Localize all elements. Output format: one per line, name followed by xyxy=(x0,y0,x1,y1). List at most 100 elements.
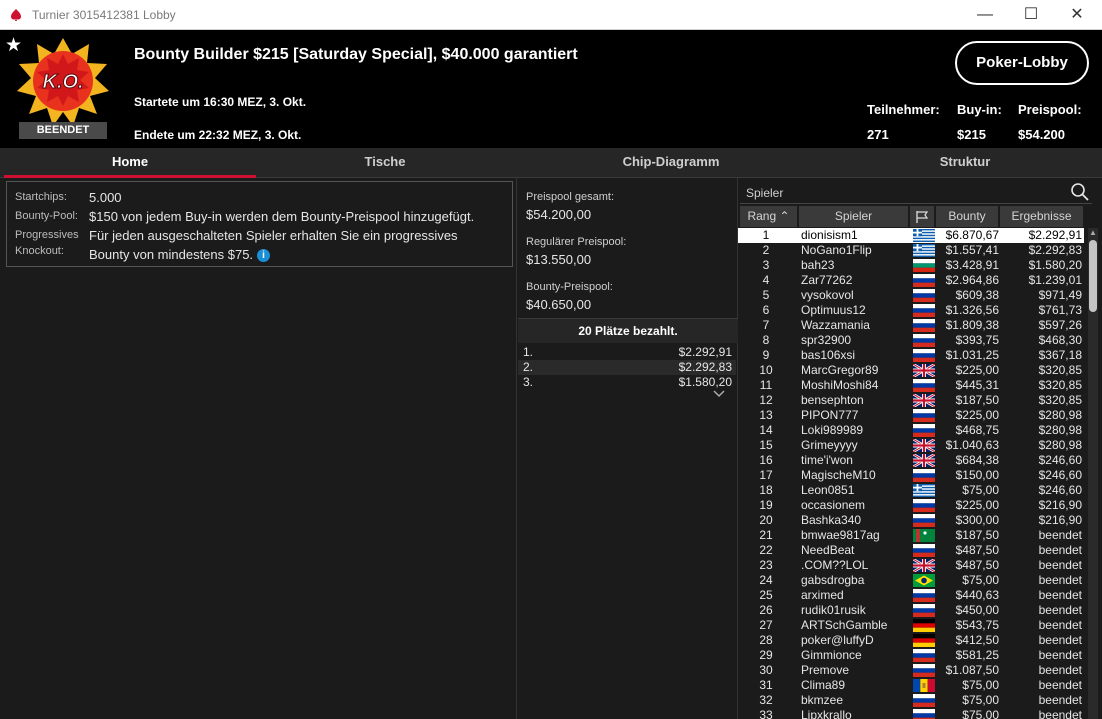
player-rank: 28 xyxy=(759,633,773,647)
poker-lobby-button[interactable]: Poker-Lobby xyxy=(955,41,1089,85)
minimize-button[interactable]: — xyxy=(962,0,1008,30)
column-header-rank[interactable]: Rang ⌃ xyxy=(740,206,798,227)
player-row[interactable]: 14 Loki989989 $468,75 $280,98 xyxy=(738,423,1084,438)
player-row[interactable]: 26 rudik01rusik $450,00 beendet xyxy=(738,603,1084,618)
end-time: Endete um 22:32 MEZ, 3. Okt. xyxy=(134,128,302,142)
player-row[interactable]: 33 Lipxkrallo $75,00 beendet xyxy=(738,708,1084,719)
progressive-value-text: Bounty von mindestens $75. xyxy=(89,247,254,262)
sort-ascending-icon: ⌃ xyxy=(779,209,790,223)
player-row[interactable]: 24 gabsdrogba $75,00 beendet xyxy=(738,573,1084,588)
player-bounty: $412,50 xyxy=(955,633,999,647)
country-flag-icon xyxy=(913,319,935,332)
player-row[interactable]: 8 spr32900 $393,75 $468,30 xyxy=(738,333,1084,348)
player-bounty: $445,31 xyxy=(955,378,999,392)
player-rank: 10 xyxy=(759,363,773,377)
player-list-scrollbar[interactable]: ▲ xyxy=(1088,228,1098,719)
player-name: Premove xyxy=(801,663,850,677)
player-name: Wazzamania xyxy=(801,318,870,332)
player-row[interactable]: 11 MoshiMoshi84 $445,31 $320,85 xyxy=(738,378,1084,393)
status-badge: BEENDET xyxy=(19,122,107,139)
column-header-bounty[interactable]: Bounty xyxy=(936,206,999,227)
player-row[interactable]: 7 Wazzamania $1.809,38 $597,26 xyxy=(738,318,1084,333)
column-header-player[interactable]: Spieler xyxy=(799,206,909,227)
player-name: Zar77262 xyxy=(801,273,853,287)
player-rank: 17 xyxy=(759,468,773,482)
player-name: .COM??LOL xyxy=(801,558,869,572)
player-name: MoshiMoshi84 xyxy=(801,378,879,392)
regular-pool-label: Regulärer Preispool: xyxy=(526,236,627,248)
player-row[interactable]: 28 poker@luffyD $412,50 beendet xyxy=(738,633,1084,648)
maximize-button[interactable]: ☐ xyxy=(1008,0,1054,30)
player-result: $2.292,91 xyxy=(1028,228,1082,242)
player-row[interactable]: 31 Clima89 $75,00 beendet xyxy=(738,678,1084,693)
column-header-flag[interactable] xyxy=(910,206,935,227)
player-name: arximed xyxy=(801,588,844,602)
tab-tische[interactable]: Tische xyxy=(260,148,510,178)
player-bounty: $1.040,63 xyxy=(945,438,999,452)
player-bounty: $75,00 xyxy=(962,483,999,497)
player-row[interactable]: 16 time'i'won $684,38 $246,60 xyxy=(738,453,1084,468)
info-icon[interactable]: i xyxy=(257,249,271,262)
player-bounty: $3.428,91 xyxy=(945,258,999,272)
player-row[interactable]: 5 vysokovol $609,38 $971,49 xyxy=(738,288,1084,303)
player-row[interactable]: 25 arximed $440,63 beendet xyxy=(738,588,1084,603)
tab-chip-diagramm[interactable]: Chip-Diagramm xyxy=(540,148,802,178)
player-name: Clima89 xyxy=(801,678,846,692)
player-result: $216,90 xyxy=(1038,513,1082,527)
player-bounty: $187,50 xyxy=(955,393,999,407)
player-result: $216,90 xyxy=(1038,498,1082,512)
player-row[interactable]: 15 Grimeyyyy $1.040,63 $280,98 xyxy=(738,438,1084,453)
player-row[interactable]: 29 Gimmionce $581,25 beendet xyxy=(738,648,1084,663)
player-row[interactable]: 12 bensephton $187,50 $320,85 xyxy=(738,393,1084,408)
player-result: $246,60 xyxy=(1038,453,1082,467)
player-result: $280,98 xyxy=(1038,438,1082,452)
player-row[interactable]: 1 dionisism1 $6.870,67 $2.292,91 xyxy=(738,228,1084,243)
player-bounty: $2.964,86 xyxy=(945,273,999,287)
player-name: bah23 xyxy=(801,258,835,272)
player-row[interactable]: 19 occasionem $225,00 $216,90 xyxy=(738,498,1084,513)
regular-pool-value: $13.550,00 xyxy=(526,252,592,267)
country-flag-icon xyxy=(913,274,935,287)
player-row[interactable]: 20 Bashka340 $300,00 $216,90 xyxy=(738,513,1084,528)
player-search-input[interactable] xyxy=(746,184,1046,202)
player-bounty: $440,63 xyxy=(955,588,999,602)
player-rank: 11 xyxy=(759,378,773,392)
player-rank: 27 xyxy=(759,618,773,632)
country-flag-icon xyxy=(913,454,935,467)
player-rank: 29 xyxy=(759,648,773,662)
player-row[interactable]: 9 bas106xsi $1.031,25 $367,18 xyxy=(738,348,1084,363)
player-row[interactable]: 22 NeedBeat $487,50 beendet xyxy=(738,543,1084,558)
player-rank: 32 xyxy=(759,693,773,707)
player-rows: 1 dionisism1 $6.870,67 $2.292,91 2 NoGano1Fli… xyxy=(738,228,1084,719)
chevron-down-icon[interactable] xyxy=(704,388,734,400)
player-bounty: $225,00 xyxy=(955,363,999,377)
player-row[interactable]: 10 MarcGregor89 $225,00 $320,85 xyxy=(738,363,1084,378)
player-row[interactable]: 17 MagischeM10 $150,00 $246,60 xyxy=(738,468,1084,483)
prizepool-value: $54.200 xyxy=(1018,127,1065,142)
player-result: $2.292,83 xyxy=(1028,243,1082,257)
player-rank: 33 xyxy=(759,708,773,719)
search-icon[interactable] xyxy=(1070,182,1090,202)
player-row[interactable]: 30 Premove $1.087,50 beendet xyxy=(738,663,1084,678)
player-bounty: $581,25 xyxy=(955,648,999,662)
player-row[interactable]: 4 Zar77262 $2.964,86 $1.239,01 xyxy=(738,273,1084,288)
knockout-label: Knockout: xyxy=(15,245,64,257)
player-row[interactable]: 18 Leon0851 $75,00 $246,60 xyxy=(738,483,1084,498)
player-row[interactable]: 21 bmwae9817ag $187,50 beendet xyxy=(738,528,1084,543)
player-row[interactable]: 23 .COM??LOL $487,50 beendet xyxy=(738,558,1084,573)
scroll-up-icon[interactable]: ▲ xyxy=(1088,228,1098,238)
tab-struktur[interactable]: Struktur xyxy=(830,148,1100,178)
player-row[interactable]: 6 Optimuus12 $1.326,56 $761,73 xyxy=(738,303,1084,318)
player-row[interactable]: 32 bkmzee $75,00 beendet xyxy=(738,693,1084,708)
close-button[interactable]: ✕ xyxy=(1054,0,1100,30)
player-bounty: $487,50 xyxy=(955,558,999,572)
player-name: dionisism1 xyxy=(801,228,858,242)
player-row[interactable]: 2 NoGano1Flip $1.557,41 $2.292,83 xyxy=(738,243,1084,258)
country-flag-icon xyxy=(913,634,935,647)
scrollbar-thumb[interactable] xyxy=(1089,240,1097,312)
tab-home[interactable]: Home xyxy=(4,148,256,178)
player-row[interactable]: 3 bah23 $3.428,91 $1.580,20 xyxy=(738,258,1084,273)
column-header-result[interactable]: Ergebnisse xyxy=(1000,206,1084,227)
player-row[interactable]: 13 PIPON777 $225,00 $280,98 xyxy=(738,408,1084,423)
player-row[interactable]: 27 ARTSchGamble $543,75 beendet xyxy=(738,618,1084,633)
